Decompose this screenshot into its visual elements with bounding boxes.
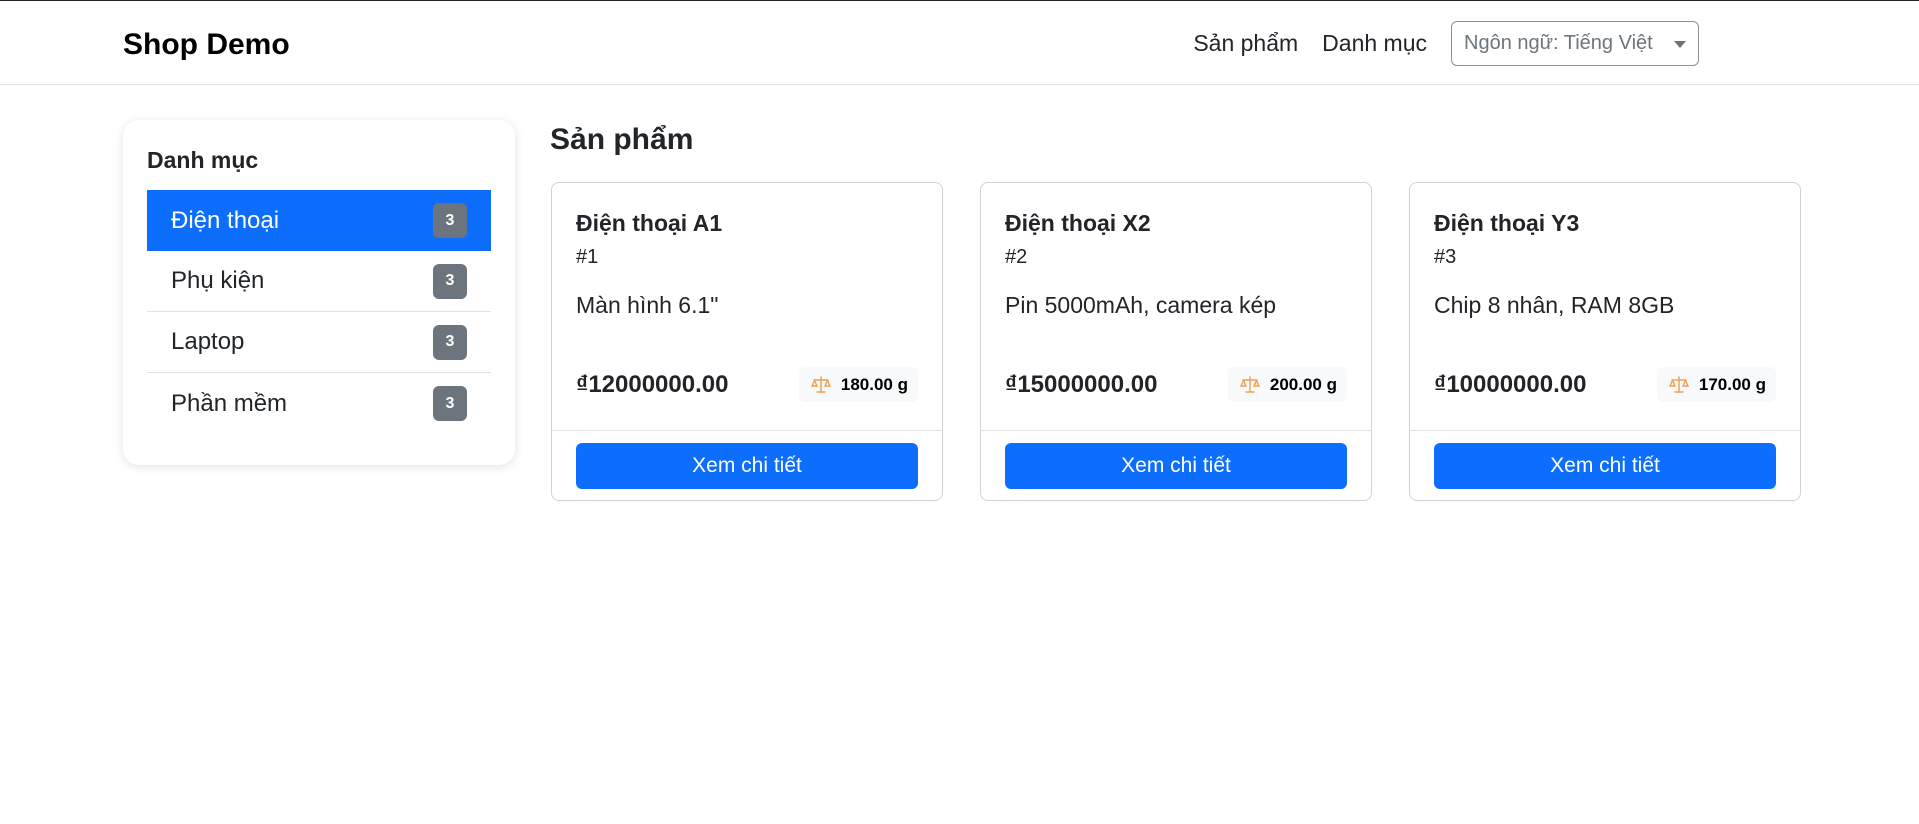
brand-logo[interactable]: Shop Demo [123,25,290,65]
product-card: Điện thoại Y3 #3 Chip 8 nhân, RAM 8GB ₫1… [1409,182,1801,501]
product-weight: 200.00 g [1269,374,1337,394]
product-name: Điện thoại Y3 [1434,210,1580,236]
card-body: Điện thoại A1 #1 Màn hình 6.1" ₫12000000… [552,183,942,430]
product-name: Điện thoại A1 [576,210,723,236]
view-details-button[interactable]: Xem chi tiết [1005,443,1347,489]
count-badge: 3 [433,324,467,360]
nav-link-categories[interactable]: Danh mục [1310,27,1439,59]
sidebar-title: Danh mục [147,147,259,173]
nav-links: Sản phẩm Danh mục Ngôn ngữ: Tiếng Việt [1181,1,1699,85]
product-price: ₫12000000.00 [576,370,729,398]
category-label: Điện thoại [171,206,280,234]
product-id: #3 [1434,246,1457,268]
count-badge: 3 [433,203,467,238]
view-details-button[interactable]: Xem chi tiết [576,443,918,489]
card-body: Điện thoại Y3 #3 Chip 8 nhân, RAM 8GB ₫1… [1410,183,1800,430]
product-weight: 170.00 g [1698,374,1766,394]
category-item-phones[interactable]: Điện thoại 3 [147,190,491,251]
weight-chip: 180.00 g [798,367,918,402]
product-description: Màn hình 6.1" [576,292,719,318]
category-item-accessories[interactable]: Phụ kiện 3 [147,251,491,312]
product-id: #2 [1005,246,1028,268]
product-price: ₫10000000.00 [1434,370,1587,398]
card-footer: Xem chi tiết [981,430,1371,502]
price-row: ₫12000000.00 180.00 g [576,367,918,402]
navbar: Shop Demo Sản phẩm Danh mục Ngôn ngữ: Ti… [0,1,1919,85]
weight-chip: 200.00 g [1227,367,1347,402]
product-weight: 180.00 g [840,374,908,394]
category-sidebar: Danh mục Điện thoại 3 Phụ kiện 3 Laptop … [123,120,515,465]
nav-link-products[interactable]: Sản phẩm [1181,27,1310,59]
category-label: Phần mềm [171,389,288,417]
category-list: Điện thoại 3 Phụ kiện 3 Laptop 3 Phần mề… [147,190,491,434]
scale-icon [810,375,831,393]
product-card: Điện thoại X2 #2 Pin 5000mAh, camera kép… [980,182,1372,501]
category-label: Phụ kiện [171,267,265,294]
caret-down-icon [1674,40,1686,48]
weight-chip: 170.00 g [1656,367,1776,402]
card-body: Điện thoại X2 #2 Pin 5000mAh, camera kép… [981,183,1371,430]
product-price: ₫15000000.00 [1005,370,1158,398]
language-select[interactable]: Ngôn ngữ: Tiếng Việt [1451,20,1699,66]
card-footer: Xem chi tiết [1410,430,1800,502]
count-badge: 3 [433,386,467,421]
language-select-value: Ngôn ngữ: Tiếng Việt [1464,31,1653,54]
count-badge: 3 [433,263,467,299]
scale-icon [1239,375,1260,393]
card-footer: Xem chi tiết [552,430,942,502]
category-item-laptop[interactable]: Laptop 3 [147,312,491,373]
scale-icon [1668,375,1689,393]
product-name: Điện thoại X2 [1005,210,1151,236]
product-description: Pin 5000mAh, camera kép [1005,292,1277,318]
category-label: Laptop [171,328,245,355]
page-title: Sản phẩm [550,123,694,156]
product-grid: Điện thoại A1 #1 Màn hình 6.1" ₫12000000… [551,182,1801,501]
price-row: ₫15000000.00 200.00 g [1005,367,1347,402]
price-row: ₫10000000.00 170.00 g [1434,367,1776,402]
product-id: #1 [576,246,599,268]
product-description: Chip 8 nhân, RAM 8GB [1434,292,1675,318]
category-item-software[interactable]: Phần mềm 3 [147,373,491,434]
product-card: Điện thoại A1 #1 Màn hình 6.1" ₫12000000… [551,182,943,501]
view-details-button[interactable]: Xem chi tiết [1434,443,1776,489]
